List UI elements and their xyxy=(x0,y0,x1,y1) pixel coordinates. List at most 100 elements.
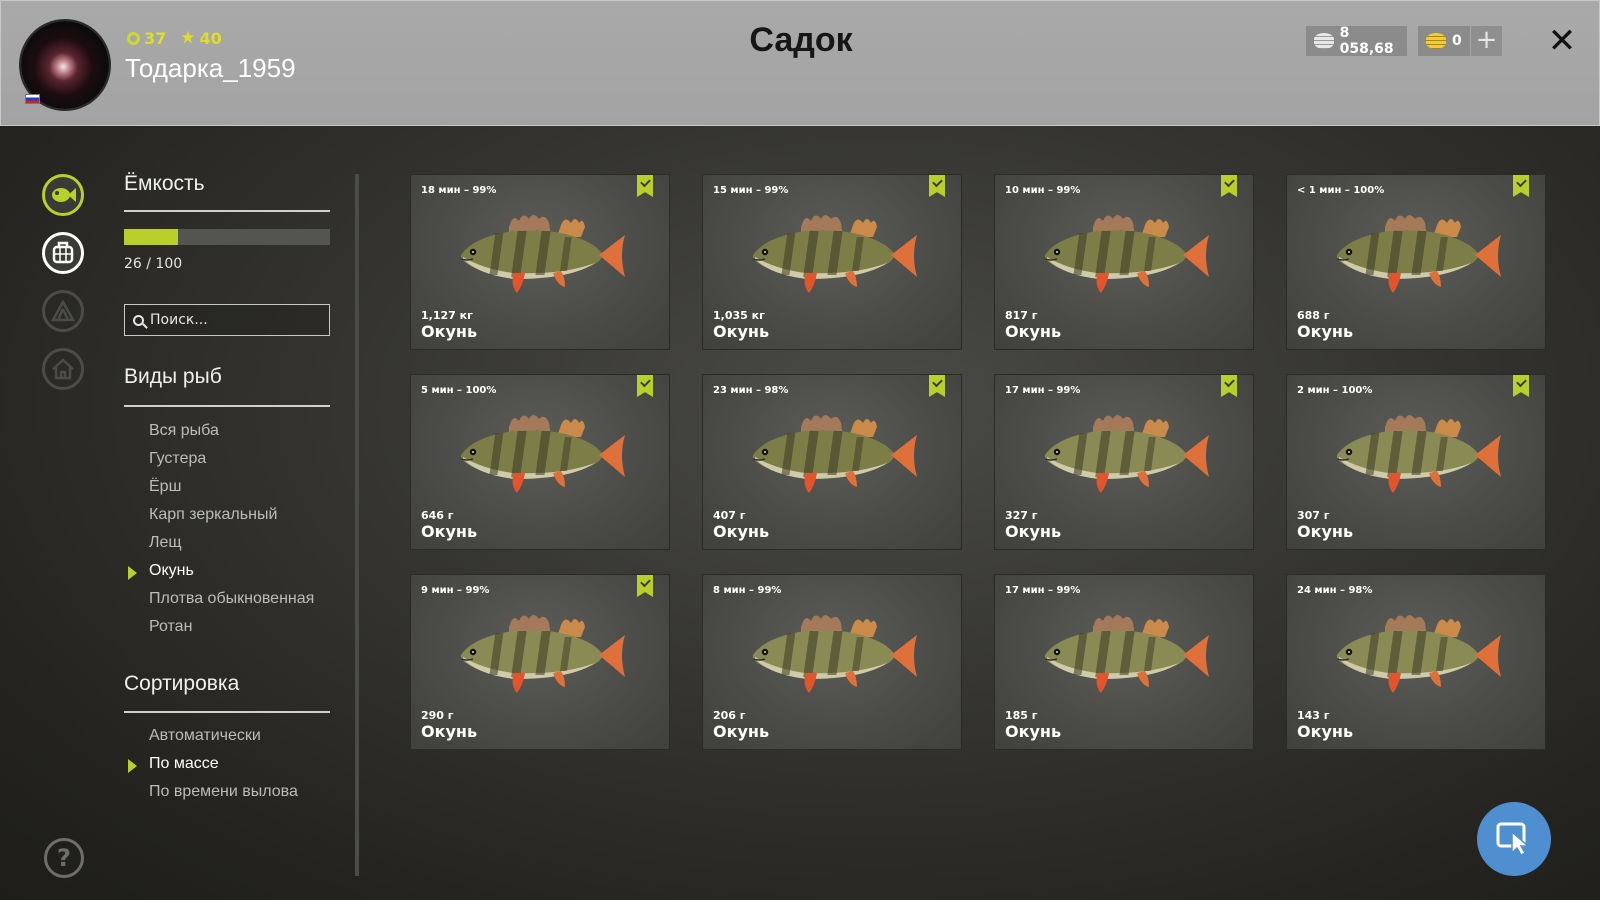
add-gold-button[interactable]: + xyxy=(1471,26,1502,56)
catch-time: 2 мин – 100% xyxy=(1297,385,1373,396)
home-icon[interactable] xyxy=(42,348,84,390)
perch-icon xyxy=(1336,415,1501,493)
catch-time: 8 мин – 99% xyxy=(713,585,782,596)
fish-weight: 1,127 кг xyxy=(421,309,473,322)
fish-card[interactable]: 5 мин – 100% 646 г Окунь xyxy=(410,374,670,550)
perch-icon xyxy=(752,415,917,493)
cursor-mode-button[interactable] xyxy=(1477,802,1551,876)
fish-card[interactable]: 15 мин – 99% 1,035 кг Окунь xyxy=(702,174,962,350)
bookmark-icon[interactable] xyxy=(637,375,653,397)
capacity-bar xyxy=(124,229,330,245)
search-input[interactable] xyxy=(150,312,320,328)
fish-icon[interactable] xyxy=(42,174,84,216)
fish-card[interactable]: 8 мин – 99% 206 г Окунь xyxy=(702,574,962,750)
bookmark-icon[interactable] xyxy=(1221,175,1237,197)
sort-option[interactable]: Автоматически xyxy=(149,727,261,745)
bookmark-icon[interactable] xyxy=(1513,375,1529,397)
catch-time: 17 мин – 99% xyxy=(1005,385,1081,396)
catch-time: 18 мин – 99% xyxy=(421,185,497,196)
capacity-title: Ёмкость xyxy=(124,172,205,195)
keepnet-icon[interactable] xyxy=(42,232,84,274)
fish-weight: 185 г xyxy=(1005,709,1038,722)
species-item[interactable]: Плотва обыкновенная xyxy=(149,590,314,608)
fish-card[interactable]: 17 мин – 99% 327 г Окунь xyxy=(994,374,1254,550)
selected-arrow-icon xyxy=(128,566,137,580)
tent-icon[interactable] xyxy=(42,290,84,332)
fish-card[interactable]: 17 мин – 99% 185 г Окунь xyxy=(994,574,1254,750)
bookmark-icon[interactable] xyxy=(929,375,945,397)
sorting-title: Сортировка xyxy=(124,672,240,695)
catch-time: < 1 мин – 100% xyxy=(1297,185,1385,196)
bookmark-icon[interactable] xyxy=(1221,375,1237,397)
catch-time: 9 мин – 99% xyxy=(421,585,490,596)
catch-time: 10 мин – 99% xyxy=(1005,185,1081,196)
fish-card[interactable]: 10 мин – 99% 817 г Окунь xyxy=(994,174,1254,350)
catch-time: 24 мин – 98% xyxy=(1297,585,1373,596)
fish-name: Окунь xyxy=(421,522,478,541)
fish-card[interactable]: 24 мин – 98% 143 г Окунь xyxy=(1286,574,1546,750)
perch-icon xyxy=(1336,215,1501,293)
fish-name: Окунь xyxy=(713,722,770,741)
fish-name: Окунь xyxy=(713,522,770,541)
selected-arrow-icon xyxy=(128,759,137,773)
catch-time: 17 мин – 99% xyxy=(1005,585,1081,596)
fish-name: Окунь xyxy=(421,722,478,741)
fish-name: Окунь xyxy=(421,322,478,341)
perch-icon xyxy=(752,615,917,693)
ru-flag-icon xyxy=(25,94,40,104)
species-item[interactable]: Вся рыба xyxy=(149,422,219,440)
species-item[interactable]: Лещ xyxy=(149,534,182,552)
catch-time: 5 мин – 100% xyxy=(421,385,497,396)
species-item[interactable]: Карп зеркальный xyxy=(149,506,277,524)
fish-weight: 327 г xyxy=(1005,509,1038,522)
perch-icon xyxy=(460,215,625,293)
fish-weight: 407 г xyxy=(713,509,746,522)
fish-card[interactable]: 23 мин – 98% 407 г Окунь xyxy=(702,374,962,550)
fish-weight: 143 г xyxy=(1297,709,1330,722)
fish-weight: 1,035 кг xyxy=(713,309,765,322)
perch-icon xyxy=(1044,615,1209,693)
top-bar: 37 ★ 40 Тодарка_1959 Садок 8 058,68 0 + … xyxy=(0,0,1600,126)
species-title: Виды рыб xyxy=(124,365,222,388)
bookmark-icon[interactable] xyxy=(637,175,653,197)
fish-card[interactable]: 18 мин – 99% 1,127 кг Окунь xyxy=(410,174,670,350)
sort-option[interactable]: По массе xyxy=(149,755,219,773)
fish-weight: 817 г xyxy=(1005,309,1038,322)
perch-icon xyxy=(1336,615,1501,693)
silver-value: 8 058,68 xyxy=(1339,25,1394,57)
search-icon xyxy=(133,314,144,326)
catch-time: 15 мин – 99% xyxy=(713,185,789,196)
fish-card[interactable]: 2 мин – 100% 307 г Окунь xyxy=(1286,374,1546,550)
species-item[interactable]: Ротан xyxy=(149,618,192,636)
gold-balance: 0 xyxy=(1418,26,1470,56)
fish-weight: 307 г xyxy=(1297,509,1330,522)
gold-coins-icon xyxy=(1426,33,1446,49)
silver-coins-icon xyxy=(1314,33,1334,49)
fish-card[interactable]: 9 мин – 99% 290 г Окунь xyxy=(410,574,670,750)
sort-option[interactable]: По времени вылова xyxy=(149,783,298,801)
close-button[interactable]: ✕ xyxy=(1542,21,1582,61)
fish-name: Окунь xyxy=(1005,322,1062,341)
capacity-count: 26 / 100 xyxy=(124,256,183,272)
perch-icon xyxy=(460,415,625,493)
perch-icon xyxy=(1044,415,1209,493)
fish-name: Окунь xyxy=(1297,722,1354,741)
bookmark-icon[interactable] xyxy=(637,575,653,597)
help-icon[interactable]: ? xyxy=(44,838,84,878)
fish-card[interactable]: < 1 мин – 100% 688 г Окунь xyxy=(1286,174,1546,350)
gold-value: 0 xyxy=(1452,33,1462,49)
capacity-rule xyxy=(124,210,330,212)
panel-divider xyxy=(355,174,359,876)
species-item[interactable]: Ёрш xyxy=(149,478,181,496)
fish-name: Окунь xyxy=(1005,522,1062,541)
species-item[interactable]: Окунь xyxy=(149,562,194,580)
bookmark-icon[interactable] xyxy=(929,175,945,197)
species-item[interactable]: Густера xyxy=(149,450,206,468)
fish-weight: 688 г xyxy=(1297,309,1330,322)
perch-icon xyxy=(1044,215,1209,293)
fish-weight: 206 г xyxy=(713,709,746,722)
search-box[interactable] xyxy=(124,304,330,336)
cursor-icon xyxy=(1496,822,1530,856)
fish-name: Окунь xyxy=(1297,322,1354,341)
bookmark-icon[interactable] xyxy=(1513,175,1529,197)
